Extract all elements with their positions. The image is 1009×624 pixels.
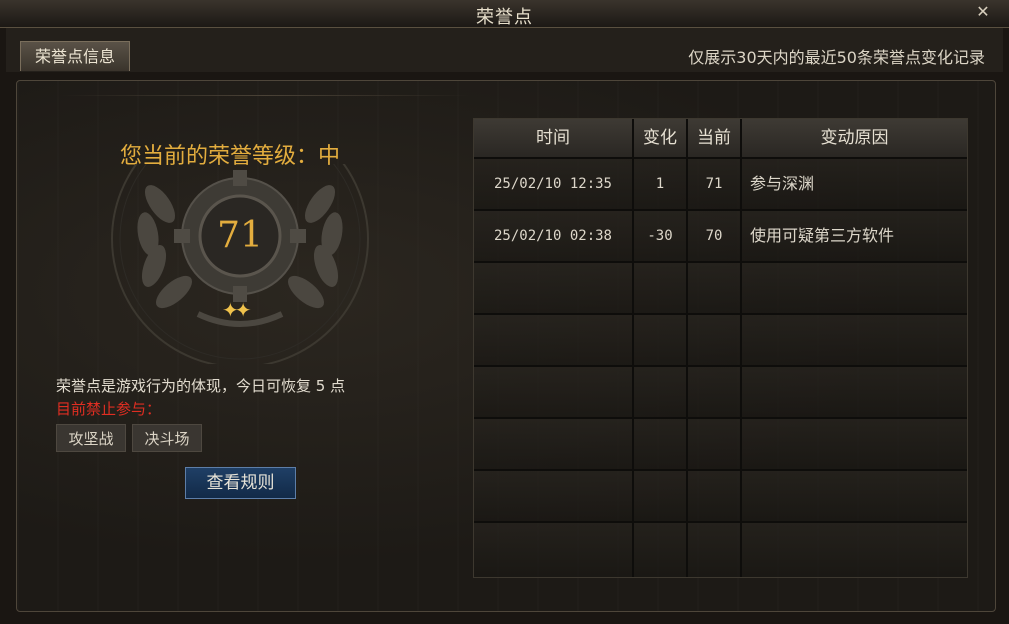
table-row: [474, 417, 967, 469]
banned-mode-chip: 决斗场: [132, 424, 202, 452]
cell-change: [634, 419, 686, 469]
table-row: 25/02/10 02:38 -30 70 使用可疑第三方软件: [474, 209, 967, 261]
cell-current: 71: [705, 176, 723, 192]
cell-reason: [750, 315, 960, 365]
cell-current: [688, 315, 740, 365]
cell-change: [634, 523, 686, 573]
records-notice: 仅展示30天内的最近50条荣誉点变化记录: [688, 48, 985, 67]
column-divider: [740, 119, 742, 577]
honor-description: 荣誉点是游戏行为的体现，今日可恢复 5 点: [56, 377, 346, 395]
cell-change: [634, 315, 686, 365]
view-rules-button[interactable]: 查看规则: [185, 467, 296, 499]
tab-honor-info[interactable]: 荣誉点信息: [20, 41, 130, 71]
table-row: 25/02/10 12:35 1 71 参与深渊: [474, 157, 967, 209]
close-icon[interactable]: ✕: [975, 4, 991, 20]
cell-reason: 使用可疑第三方软件: [750, 226, 895, 245]
cell-current: [688, 367, 740, 417]
cell-change: [634, 263, 686, 313]
column-header-reason: 变动原因: [820, 128, 889, 148]
column-header-current: 当前: [697, 128, 731, 148]
window-title: 荣誉点: [476, 7, 533, 28]
cell-current: [688, 523, 740, 573]
cell-reason: [750, 367, 960, 417]
cell-reason: [750, 471, 960, 521]
table-row: [474, 521, 967, 577]
title-bar: 荣誉点 ✕: [0, 0, 1009, 28]
cell-time: [474, 419, 632, 469]
table-row: [474, 365, 967, 417]
column-header-time: 时间: [536, 128, 570, 148]
cell-time: [474, 315, 632, 365]
cell-current: [688, 263, 740, 313]
table-row: [474, 469, 967, 521]
cell-reason: [750, 263, 960, 313]
column-header-change: 变化: [643, 128, 677, 148]
cell-time: [474, 471, 632, 521]
cell-time: [474, 367, 632, 417]
table-row: [474, 313, 967, 365]
star-rating-icon: ✦✦: [222, 298, 251, 322]
cell-current: [688, 419, 740, 469]
cell-time: 25/02/10 12:35: [493, 176, 612, 192]
cell-time: [474, 523, 632, 573]
cell-reason: [750, 419, 960, 469]
cell-reason: [750, 523, 960, 573]
banned-label: 目前禁止参与：: [56, 400, 162, 418]
divider: [60, 95, 470, 96]
column-divider: [686, 119, 688, 577]
cell-reason: 参与深渊: [750, 174, 815, 193]
column-divider: [632, 119, 634, 577]
cell-time: [474, 263, 632, 313]
table-row: [474, 261, 967, 313]
table-header: 时间 变化 当前 变动原因: [474, 119, 967, 159]
honor-emblem-icon: [111, 164, 369, 364]
cell-current: 70: [705, 228, 723, 244]
cell-change: [634, 471, 686, 521]
cell-change: -30: [647, 228, 673, 244]
cell-change: 1: [655, 176, 665, 192]
cell-time: 25/02/10 02:38: [493, 228, 612, 244]
banned-mode-chip: 攻坚战: [56, 424, 126, 452]
cell-change: [634, 367, 686, 417]
cell-current: [688, 471, 740, 521]
records-table: 时间 变化 当前 变动原因 25/02/10 12:35 1 71 参与深渊 2…: [473, 118, 968, 578]
honor-points-value: 71: [217, 215, 263, 256]
